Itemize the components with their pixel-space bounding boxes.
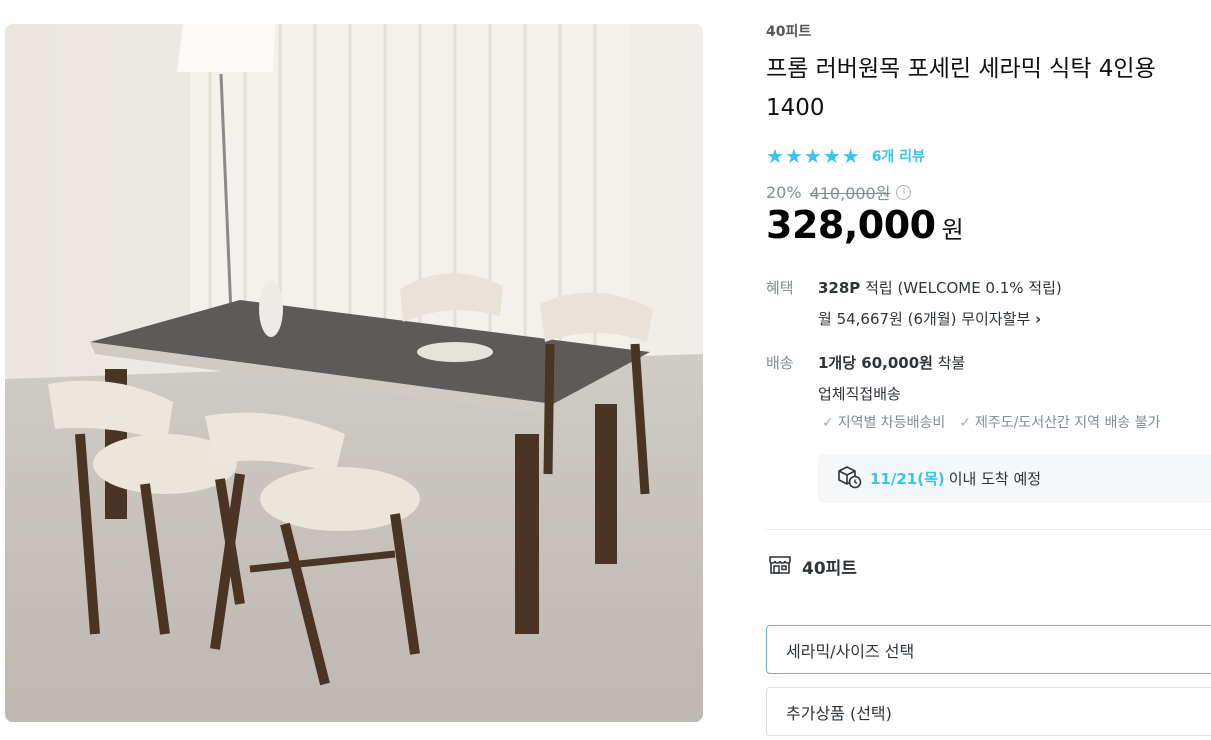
shipping-fee-value: 1개당 60,000원 [818,354,933,372]
delivery-estimate: 11/21(목) 이내 도착 예정 [818,454,1211,503]
storefront-icon [768,553,792,579]
shipping-note-text: 제주도/도서산간 지역 배송 불가 [974,415,1161,431]
store-name: 40피트 [802,558,857,579]
brand-link[interactable]: 40피트 [766,21,811,41]
review-count-link[interactable]: 6개 리뷰 [872,146,925,166]
discount-rate: 20% [766,182,802,202]
installment-link[interactable]: 월 54,667원 (6개월) 무이자할부 › [818,308,1041,329]
star-rating: ★ ★ ★ ★ ★ [766,146,860,166]
chevron-right-icon: › [1035,310,1042,328]
price-unit: 원 [941,216,964,244]
points-value: 328P [818,279,861,297]
shipping-fee-detail: 착불 [932,354,966,372]
product-image[interactable] [5,24,703,722]
check-icon: ✓ [959,415,971,431]
points-info: 328P 적립 (WELCOME 0.1% 적립) [818,277,1062,298]
points-detail: 적립 (WELCOME 0.1% 적립) [860,279,1062,297]
installment-text: 월 54,667원 (6개월) 무이자할부 [818,310,1031,328]
shipping-note-text: 지역별 차등배송비 [837,415,946,431]
shipping-note: ✓ 제주도/도서산간 지역 배송 불가 [959,412,1160,432]
star-icon: ★ [822,144,841,168]
product-photo-illustration [5,24,703,722]
star-icon: ★ [784,144,803,168]
check-icon: ✓ [822,415,834,431]
sale-price: 328,000 원 [766,203,964,247]
option-select-ceramic-size[interactable]: 세라믹/사이즈 선택 [766,625,1211,674]
truck-clock-icon [836,465,862,493]
star-icon: ★ [803,144,822,168]
info-icon[interactable]: i [896,184,912,200]
arrival-text: 이내 도착 예정 [948,470,1042,488]
original-price: 410,000원 [809,184,891,203]
section-divider [766,529,1211,530]
arrival-date: 11/21(목) [870,470,945,488]
discount-row: 20% 410,000원 i [766,180,912,204]
shipping-note: ✓ 지역별 차등배송비 [822,412,945,432]
shipping-label: 배송 [766,354,794,372]
option-select-additional[interactable]: 추가상품 (선택) [766,687,1211,736]
shipping-fee: 1개당 60,000원 착불 [818,352,965,373]
star-icon: ★ [766,144,784,168]
rating-row[interactable]: ★ ★ ★ ★ ★ 6개 리뷰 [766,145,925,167]
benefit-label: 혜택 [766,279,794,297]
shipping-notes: ✓ 지역별 차등배송비 ✓ 제주도/도서산간 지역 배송 불가 [822,412,1160,432]
price-value: 328,000 [766,203,936,247]
store-link[interactable]: 40피트 [768,553,857,579]
product-title: 프롬 러버원목 포세린 세라믹 식탁 4인용 1400 [766,56,1156,121]
shipping-method: 업체직접배송 [818,385,901,403]
product-info-panel: 40피트 프롬 러버원목 포세린 세라믹 식탁 4인용 1400 ★ ★ ★ ★… [766,0,1211,740]
star-icon: ★ [841,144,860,168]
